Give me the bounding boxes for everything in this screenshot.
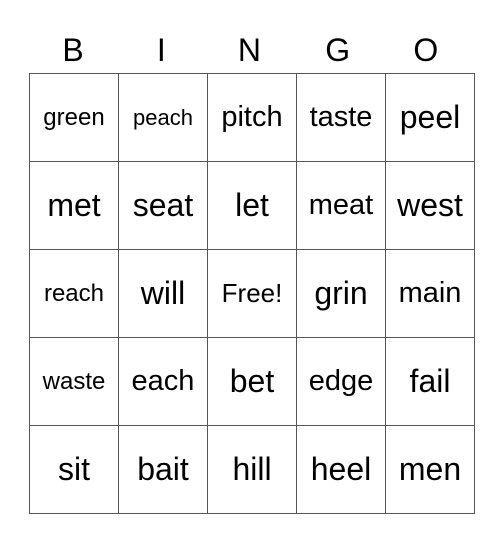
header-letter: O — [413, 32, 439, 68]
free-space[interactable]: Free! — [207, 249, 297, 338]
grid-row: reach will Free! grin main — [29, 249, 475, 338]
grid-row: waste each bet edge fail — [29, 337, 475, 426]
bingo-cell[interactable]: peach — [118, 73, 208, 162]
header-letter: I — [156, 32, 166, 68]
bingo-cell[interactable]: edge — [296, 337, 386, 426]
grid-row: green peach pitch taste peel — [29, 73, 475, 162]
header-letter: G — [325, 32, 351, 68]
bingo-cell[interactable]: west — [385, 161, 475, 250]
bingo-header: B I N G O — [29, 30, 471, 70]
bingo-cell[interactable]: let — [207, 161, 297, 250]
bingo-cell[interactable]: met — [29, 161, 119, 250]
bingo-cell[interactable]: meat — [296, 161, 386, 250]
bingo-cell[interactable]: main — [385, 249, 475, 338]
bingo-cell[interactable]: waste — [29, 337, 119, 426]
bingo-grid: green peach pitch taste peel met seat le… — [29, 73, 475, 514]
bingo-cell[interactable]: sit — [29, 425, 119, 514]
bingo-cell[interactable]: fail — [385, 337, 475, 426]
bingo-cell[interactable]: green — [29, 73, 119, 162]
bingo-cell[interactable]: each — [118, 337, 208, 426]
bingo-cell[interactable]: seat — [118, 161, 208, 250]
header-letter: B — [62, 32, 84, 68]
bingo-cell[interactable]: grin — [296, 249, 386, 338]
bingo-cell[interactable]: bet — [207, 337, 297, 426]
bingo-cell[interactable]: men — [385, 425, 475, 514]
bingo-cell[interactable]: bait — [118, 425, 208, 514]
bingo-cell[interactable]: taste — [296, 73, 386, 162]
grid-row: met seat let meat west — [29, 161, 475, 250]
bingo-cell[interactable]: heel — [296, 425, 386, 514]
bingo-cell[interactable]: peel — [385, 73, 475, 162]
grid-row: sit bait hill heel men — [29, 425, 475, 514]
bingo-cell[interactable]: pitch — [207, 73, 297, 162]
bingo-cell[interactable]: reach — [29, 249, 119, 338]
header-letter: N — [237, 32, 262, 68]
bingo-cell[interactable]: will — [118, 249, 208, 338]
bingo-cell[interactable]: hill — [207, 425, 297, 514]
